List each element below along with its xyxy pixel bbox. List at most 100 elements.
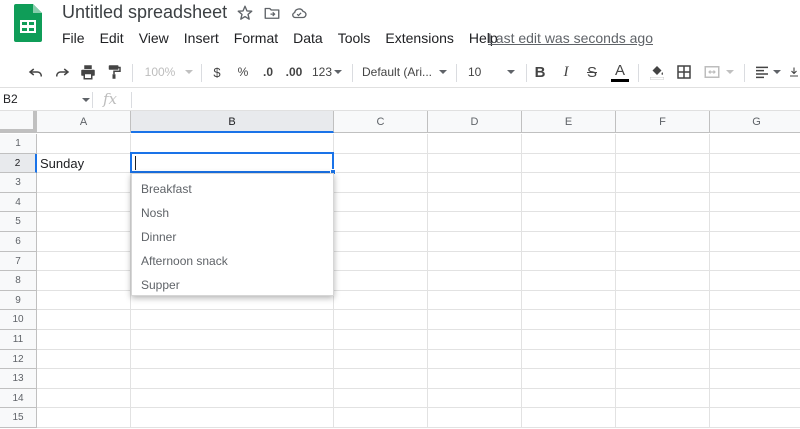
cell-d5[interactable]	[428, 212, 522, 232]
cell-e10[interactable]	[522, 310, 616, 330]
undo-icon[interactable]	[26, 61, 46, 83]
cell-c7[interactable]	[334, 252, 428, 271]
cell-d10[interactable]	[428, 310, 522, 330]
cell-c5[interactable]	[334, 212, 428, 232]
cell-d1[interactable]	[428, 134, 522, 154]
cell-d12[interactable]	[428, 350, 522, 369]
cell-e7[interactable]	[522, 252, 616, 271]
column-header-g[interactable]: G	[710, 111, 800, 133]
select-all-corner[interactable]	[0, 111, 37, 133]
menu-format[interactable]: Format	[234, 29, 278, 47]
cell-f3[interactable]	[616, 173, 710, 193]
cell-b12[interactable]	[131, 350, 334, 369]
font-size-select[interactable]: 10	[468, 61, 520, 83]
autocomplete-option[interactable]: Breakfast	[132, 177, 333, 201]
cell-f10[interactable]	[616, 310, 710, 330]
cell-g7[interactable]	[710, 252, 800, 271]
cell-c2[interactable]	[334, 154, 428, 173]
cell-g6[interactable]	[710, 232, 800, 252]
borders-icon[interactable]	[674, 61, 694, 83]
cell-d3[interactable]	[428, 173, 522, 193]
sheets-logo-icon[interactable]	[14, 4, 42, 42]
bold-button[interactable]: B	[533, 61, 547, 83]
cell-g10[interactable]	[710, 310, 800, 330]
cloud-status-icon[interactable]	[290, 4, 308, 22]
cell-c12[interactable]	[334, 350, 428, 369]
row-header-9[interactable]: 9	[0, 291, 37, 310]
column-header-e[interactable]: E	[522, 111, 616, 133]
name-box[interactable]: B2	[0, 89, 92, 110]
cell-d13[interactable]	[428, 369, 522, 389]
cell-b10[interactable]	[131, 310, 334, 330]
row-header-10[interactable]: 10	[0, 310, 37, 330]
cell-f8[interactable]	[616, 271, 710, 291]
decrease-decimal-button[interactable]: .0	[258, 61, 278, 83]
cell-e14[interactable]	[522, 389, 616, 408]
cell-g9[interactable]	[710, 291, 800, 310]
cell-c1[interactable]	[334, 134, 428, 154]
column-header-f[interactable]: F	[616, 111, 710, 133]
print-icon[interactable]	[78, 61, 98, 83]
cell-d14[interactable]	[428, 389, 522, 408]
cell-g5[interactable]	[710, 212, 800, 232]
menu-edit[interactable]: Edit	[100, 29, 124, 47]
cell-g1[interactable]	[710, 134, 800, 154]
cell-f13[interactable]	[616, 369, 710, 389]
column-header-c[interactable]: C	[334, 111, 428, 133]
cell-a1[interactable]	[37, 134, 131, 154]
cell-e4[interactable]	[522, 193, 616, 212]
increase-decimal-button[interactable]: .00	[283, 61, 305, 83]
column-header-a[interactable]: A	[37, 111, 131, 133]
row-header-5[interactable]: 5	[0, 212, 37, 232]
cell-c10[interactable]	[334, 310, 428, 330]
cell-f11[interactable]	[616, 330, 710, 350]
cell-a10[interactable]	[37, 310, 131, 330]
cell-d4[interactable]	[428, 193, 522, 212]
cell-a14[interactable]	[37, 389, 131, 408]
cell-g4[interactable]	[710, 193, 800, 212]
menu-tools[interactable]: Tools	[338, 29, 371, 47]
cell-a5[interactable]	[37, 212, 131, 232]
cell-e15[interactable]	[522, 408, 616, 428]
cell-b11[interactable]	[131, 330, 334, 350]
menu-view[interactable]: View	[139, 29, 169, 47]
row-header-2[interactable]: 2	[0, 154, 37, 173]
currency-format-button[interactable]: $	[210, 61, 224, 83]
column-header-d[interactable]: D	[428, 111, 522, 133]
paint-format-icon[interactable]	[104, 61, 124, 83]
cell-f7[interactable]	[616, 252, 710, 271]
cell-b1[interactable]	[131, 134, 334, 154]
cell-d9[interactable]	[428, 291, 522, 310]
strikethrough-button[interactable]: S	[585, 61, 599, 83]
cell-c11[interactable]	[334, 330, 428, 350]
menu-insert[interactable]: Insert	[184, 29, 219, 47]
cell-e12[interactable]	[522, 350, 616, 369]
cell-g3[interactable]	[710, 173, 800, 193]
cell-f14[interactable]	[616, 389, 710, 408]
cell-b15[interactable]	[131, 408, 334, 428]
cell-d15[interactable]	[428, 408, 522, 428]
italic-button[interactable]: I	[559, 61, 573, 83]
cell-c6[interactable]	[334, 232, 428, 252]
cell-g8[interactable]	[710, 271, 800, 291]
cell-f6[interactable]	[616, 232, 710, 252]
row-header-7[interactable]: 7	[0, 252, 37, 271]
cell-a8[interactable]	[37, 271, 131, 291]
cell-e1[interactable]	[522, 134, 616, 154]
autocomplete-option[interactable]: Dinner	[132, 225, 333, 249]
cell-d11[interactable]	[428, 330, 522, 350]
cell-g14[interactable]	[710, 389, 800, 408]
menu-file[interactable]: File	[62, 29, 85, 47]
cell-a13[interactable]	[37, 369, 131, 389]
cell-b14[interactable]	[131, 389, 334, 408]
cell-f4[interactable]	[616, 193, 710, 212]
document-title[interactable]: Untitled spreadsheet	[62, 2, 227, 23]
cell-e3[interactable]	[522, 173, 616, 193]
percent-format-button[interactable]: %	[235, 61, 251, 83]
last-edit-link[interactable]: Last edit was seconds ago	[488, 29, 653, 47]
cell-f5[interactable]	[616, 212, 710, 232]
star-icon[interactable]	[236, 4, 254, 22]
cell-a11[interactable]	[37, 330, 131, 350]
cell-f12[interactable]	[616, 350, 710, 369]
cell-a9[interactable]	[37, 291, 131, 310]
